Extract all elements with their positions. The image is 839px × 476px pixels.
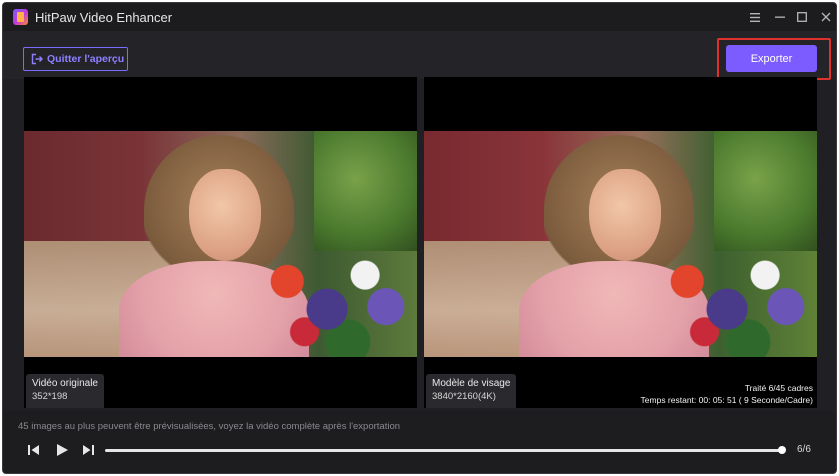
hamburger-icon[interactable] bbox=[746, 8, 764, 26]
model-title: Modèle de visage bbox=[432, 378, 511, 389]
quit-preview-button[interactable]: Quitter l'aperçu bbox=[23, 47, 128, 71]
processing-status: Traité 6/45 cadres Temps restant: 00: 05… bbox=[641, 382, 813, 406]
enhanced-video-frame bbox=[424, 131, 817, 357]
minimize-icon[interactable] bbox=[771, 8, 789, 26]
original-video-pane: Vidéo originale 352*198 bbox=[24, 77, 417, 408]
original-video-label: Vidéo originale 352*198 bbox=[26, 374, 104, 408]
previous-frame-icon[interactable] bbox=[27, 443, 41, 457]
enhanced-video-pane: Modèle de visage 3840*2160(4K) Traité 6/… bbox=[424, 77, 817, 408]
preview-notice: 45 images au plus peuvent être prévisual… bbox=[18, 421, 401, 432]
quit-preview-label: Quitter l'aperçu bbox=[47, 53, 125, 65]
maximize-icon[interactable] bbox=[793, 8, 811, 26]
app-logo-icon bbox=[13, 9, 28, 25]
original-video-frame bbox=[24, 131, 417, 357]
play-icon[interactable] bbox=[55, 443, 69, 457]
exit-icon bbox=[31, 53, 43, 65]
time-remaining: Temps restant: 00: 05: 51 ( 9 Seconde/Ca… bbox=[640, 395, 813, 405]
title-bar: HitPaw Video Enhancer bbox=[3, 3, 836, 31]
original-video-resolution: 352*198 bbox=[32, 391, 68, 402]
timeline-handle[interactable] bbox=[778, 446, 786, 454]
preview-toolbar: Quitter l'aperçu Exporter bbox=[3, 31, 836, 80]
next-frame-icon[interactable] bbox=[81, 443, 95, 457]
close-icon[interactable] bbox=[817, 8, 835, 26]
processed-frames: Traité 6/45 cadres bbox=[744, 383, 813, 393]
enhanced-video-label: Modèle de visage 3840*2160(4K) bbox=[426, 374, 517, 408]
frame-counter: 6/6 bbox=[797, 444, 811, 455]
export-button[interactable]: Exporter bbox=[726, 45, 817, 72]
timeline-slider[interactable] bbox=[105, 449, 785, 452]
app-title: HitPaw Video Enhancer bbox=[35, 10, 173, 25]
enhanced-video-resolution: 3840*2160(4K) bbox=[432, 391, 496, 402]
app-window: HitPaw Video Enhancer Quitter l'aperçu E… bbox=[2, 2, 837, 474]
player-bar: 45 images au plus peuvent être prévisual… bbox=[3, 411, 836, 473]
original-video-title: Vidéo originale bbox=[32, 378, 98, 389]
